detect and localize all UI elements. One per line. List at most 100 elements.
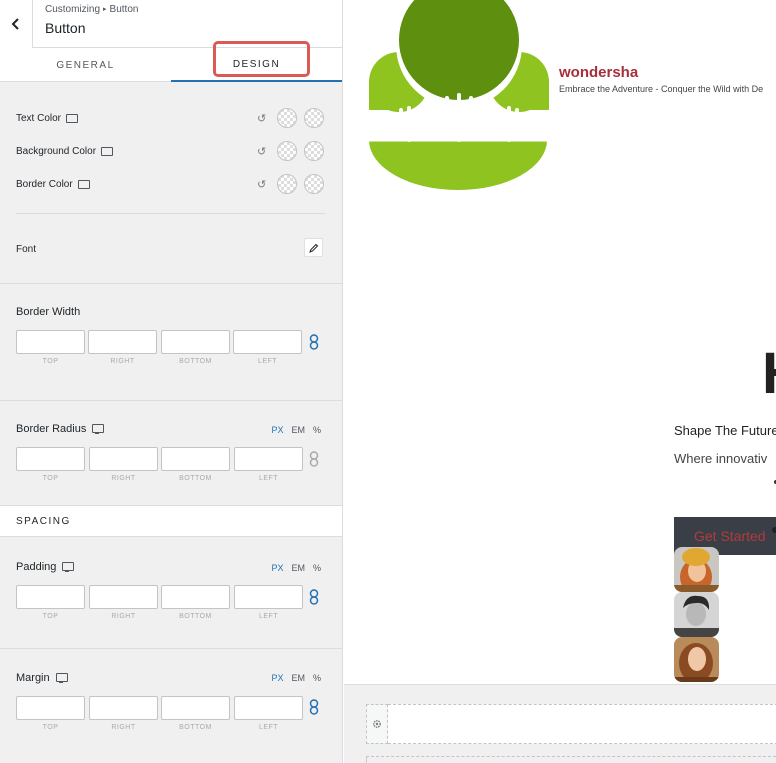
border-color-label: Border Color (16, 179, 90, 190)
link-values-icon[interactable] (309, 451, 319, 467)
link-values-icon[interactable] (309, 699, 319, 715)
margin-top-caption: TOP (42, 724, 59, 731)
padding-heading: Padding (16, 561, 75, 573)
section-divider (0, 648, 342, 649)
margin-right-input[interactable] (89, 696, 158, 720)
margin-bottom-caption: BOTTOM (179, 724, 212, 731)
padding-left-caption: LEFT (258, 613, 279, 620)
border-radius-right-caption: RIGHT (111, 475, 136, 482)
monitor-icon[interactable] (55, 673, 68, 683)
border-width-left-input[interactable] (233, 330, 302, 354)
margin-bottom-input[interactable] (161, 696, 230, 720)
site-logo[interactable] (369, 0, 549, 192)
divider (16, 213, 325, 214)
padding-top-input[interactable] (16, 585, 85, 609)
padding-bottom-input[interactable] (161, 585, 230, 609)
site-preview: wondersha Embrace the Adventure - Conque… (344, 0, 776, 763)
builder-row[interactable] (388, 704, 776, 744)
unit-px[interactable]: PX (271, 425, 283, 435)
monitor-icon[interactable] (92, 424, 105, 434)
unit-em[interactable]: EM (291, 673, 305, 683)
section-divider (0, 400, 342, 401)
section-divider (0, 283, 342, 284)
hero-heading: H (762, 345, 776, 403)
chevron-left-icon (11, 18, 19, 30)
border-radius-label: Border Radius (16, 423, 87, 435)
padding-label: Padding (16, 561, 57, 573)
link-values-icon[interactable] (309, 589, 319, 605)
border-radius-top-input[interactable] (16, 447, 85, 471)
font-edit-button[interactable] (304, 238, 323, 257)
border-width-top-caption: TOP (42, 358, 59, 365)
font-label: Font (16, 244, 36, 255)
border-radius-bottom-input[interactable] (161, 447, 230, 471)
design-tab-highlight (213, 41, 310, 77)
margin-label: Margin (16, 672, 50, 684)
unit-px[interactable]: PX (271, 563, 283, 573)
border-width-right-caption: RIGHT (110, 358, 135, 365)
reset-icon[interactable]: ↺ (257, 112, 266, 125)
builder-row[interactable] (366, 756, 776, 763)
avatar (674, 547, 719, 592)
margin-left-caption: LEFT (258, 724, 279, 731)
background-color-hover-swatch[interactable] (304, 141, 324, 161)
spacing-section-header: SPACING (0, 505, 342, 537)
border-radius-units: PX EM % (271, 425, 321, 435)
tab-general[interactable]: GENERAL (0, 48, 171, 82)
text-color-swatch[interactable] (277, 108, 297, 128)
unit-percent[interactable]: % (313, 673, 321, 683)
border-radius-left-caption: LEFT (258, 475, 279, 482)
reset-icon[interactable]: ↺ (257, 178, 266, 191)
row-settings-button[interactable] (366, 704, 388, 744)
panel-title: Button (45, 20, 86, 36)
padding-right-input[interactable] (89, 585, 158, 609)
monitor-icon[interactable] (77, 179, 90, 190)
gear-icon (373, 720, 381, 728)
hero-subheading: Shape The Future (674, 423, 776, 438)
breadcrumb-separator: ▸ (103, 6, 107, 13)
border-color-hover-swatch[interactable] (304, 174, 324, 194)
pencil-icon (308, 243, 318, 253)
monitor-icon[interactable] (66, 113, 79, 124)
link-values-icon[interactable] (309, 334, 319, 350)
border-radius-bottom-caption: BOTTOM (179, 475, 212, 482)
unit-percent[interactable]: % (313, 425, 321, 435)
text-color-text: Text Color (16, 113, 62, 124)
border-radius-left-input[interactable] (234, 447, 303, 471)
back-button[interactable] (0, 0, 33, 48)
background-color-label: Background Color (16, 146, 114, 157)
breadcrumb-root: Customizing (45, 4, 101, 15)
border-width-right-input[interactable] (88, 330, 157, 354)
margin-top-input[interactable] (16, 696, 85, 720)
monitor-icon[interactable] (62, 562, 75, 572)
border-color-swatch[interactable] (277, 174, 297, 194)
unit-em[interactable]: EM (291, 425, 305, 435)
border-width-top-input[interactable] (16, 330, 85, 354)
site-name[interactable]: wondersha (559, 64, 638, 81)
border-radius-right-input[interactable] (89, 447, 158, 471)
unit-percent[interactable]: % (313, 563, 321, 573)
font-label-text: Font (16, 244, 37, 255)
border-width-heading: Border Width (16, 306, 80, 318)
breadcrumb-current: Button (109, 4, 139, 15)
unit-em[interactable]: EM (291, 563, 305, 573)
text-color-label: Text Color (16, 113, 79, 124)
padding-left-input[interactable] (234, 585, 303, 609)
margin-left-input[interactable] (234, 696, 303, 720)
margin-heading: Margin (16, 672, 68, 684)
background-color-swatch[interactable] (277, 141, 297, 161)
monitor-icon[interactable] (101, 146, 114, 157)
reset-icon[interactable]: ↺ (257, 145, 266, 158)
builder-panel (344, 684, 776, 763)
unit-px[interactable]: PX (271, 673, 283, 683)
spacing-heading: SPACING (16, 516, 71, 527)
border-width-label: Border Width (16, 306, 81, 318)
margin-right-caption: RIGHT (111, 724, 136, 731)
border-width-left-caption: LEFT (257, 358, 278, 365)
border-radius-heading: Border Radius (16, 423, 105, 435)
padding-bottom-caption: BOTTOM (179, 613, 212, 620)
text-color-hover-swatch[interactable] (304, 108, 324, 128)
customizer-sidebar: Customizing ▸ Button Button GENERAL DESIGN… (0, 0, 343, 763)
avatar (674, 637, 719, 682)
border-width-bottom-input[interactable] (161, 330, 230, 354)
